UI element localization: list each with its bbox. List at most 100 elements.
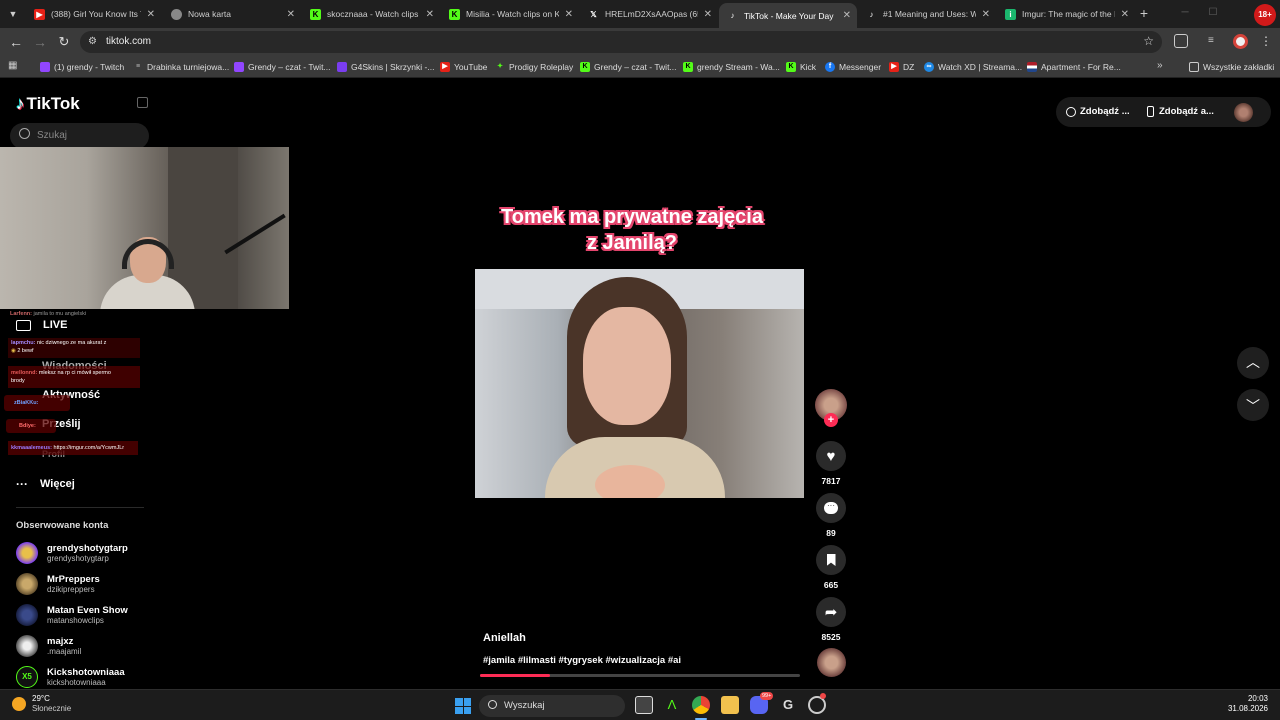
- close-icon[interactable]: ✕: [426, 9, 434, 20]
- follow-plus-button[interactable]: +: [824, 413, 838, 427]
- browser-tab[interactable]: Nowa karta ✕: [163, 3, 301, 25]
- apps-grid-icon[interactable]: ▦: [8, 60, 19, 71]
- bookmark-item[interactable]: Apartment - For Re...: [1027, 60, 1121, 74]
- user-avatar[interactable]: [1234, 103, 1253, 122]
- browser-toolbar: ← → ↻ ⚙ tiktok.com ☆ ≡ ⋮: [0, 28, 1280, 56]
- url-text[interactable]: tiktok.com: [106, 36, 151, 47]
- tab-search-button[interactable]: ▼: [6, 7, 20, 21]
- tiktok-logo[interactable]: ♪ TikTok: [16, 94, 80, 114]
- followed-account[interactable]: X5 Kickshotowniaaa kickshotowniaaa: [16, 666, 125, 688]
- get-app-button[interactable]: Zdobądź a...: [1147, 106, 1214, 117]
- maximize-button[interactable]: ☐: [1206, 6, 1220, 20]
- close-icon[interactable]: ✕: [565, 9, 573, 20]
- close-icon[interactable]: ✕: [287, 9, 295, 20]
- browser-tab[interactable]: K skocznaaa - Watch clips o ✕: [302, 3, 440, 25]
- bookmark-item[interactable]: K Kick: [786, 60, 816, 74]
- app-g-icon[interactable]: G: [779, 696, 797, 714]
- site-info-icon[interactable]: ⚙: [88, 35, 100, 49]
- browser-tab[interactable]: K Misilia - Watch clips on K ✕: [441, 3, 579, 25]
- bookmark-item[interactable]: ∞ Watch XD | Streama...: [924, 60, 1022, 74]
- browser-tab[interactable]: i Imgur: The magic of the I ✕: [997, 3, 1135, 25]
- nav-item-live[interactable]: LIVE: [16, 319, 67, 331]
- kick-icon: K: [310, 8, 321, 20]
- windows-start-icon[interactable]: [455, 698, 471, 714]
- new-tab-button[interactable]: +: [1137, 5, 1151, 21]
- close-icon[interactable]: ✕: [1121, 9, 1129, 20]
- bookmark-item[interactable]: Kgrendy Stream - Wa...: [683, 60, 780, 74]
- bookmark-item[interactable]: ▶ DZ: [889, 60, 914, 74]
- chrome-icon: [171, 8, 182, 20]
- browser-tab-active[interactable]: ♪ TikTok - Make Your Day ✕: [719, 3, 857, 28]
- x-icon: 𝕏: [590, 9, 597, 19]
- windows-taskbar: 29°C Słonecznie Wyszukaj Λ 99+ G 20:03 3…: [0, 689, 1280, 720]
- sidebar-divider: [16, 507, 144, 508]
- bookmark-item[interactable]: ≡ Drabinka turniejowa...: [133, 60, 229, 74]
- video-hashtags[interactable]: #jamila #lilmasti #tygrysek #wizualizacj…: [483, 655, 681, 666]
- bookmark-item[interactable]: K Grendy – czat - Twit...: [580, 60, 677, 74]
- minimize-button[interactable]: ─: [1178, 6, 1192, 20]
- followed-account[interactable]: MrPreppers dzikipreppers: [16, 573, 100, 595]
- comment-button[interactable]: ···: [816, 493, 846, 523]
- nav-item-more[interactable]: ··· Więcej: [16, 477, 75, 491]
- music-disc[interactable]: [817, 648, 846, 677]
- app-lambda-icon[interactable]: Λ: [663, 696, 681, 714]
- weather-widget[interactable]: 29°C Słonecznie: [12, 694, 71, 714]
- bookmark-item[interactable]: Grendy – czat - Twit...: [234, 60, 331, 74]
- followed-account[interactable]: majxz .maajamil: [16, 635, 81, 657]
- all-bookmarks-folder[interactable]: Wszystkie zakładki: [1189, 60, 1274, 74]
- address-bar[interactable]: ⚙ tiktok.com ☆: [80, 31, 1162, 53]
- taskbar-search-input[interactable]: Wyszukaj: [479, 695, 625, 717]
- forward-arrow-icon[interactable]: →: [32, 34, 48, 50]
- extensions-icon[interactable]: [1174, 34, 1188, 48]
- media-controls-icon[interactable]: ≡: [1208, 34, 1222, 48]
- like-button[interactable]: ♥: [816, 441, 846, 471]
- file-explorer-icon[interactable]: [721, 696, 739, 714]
- coin-icon: [1066, 106, 1076, 117]
- chat-message: kkmaaalemeus: https://imgur.com/a/YcwmJL…: [11, 445, 125, 451]
- bookmark-item[interactable]: f Messenger: [825, 60, 881, 74]
- close-icon[interactable]: ✕: [147, 9, 155, 20]
- browser-tab[interactable]: ♪ #1 Meaning and Uses: W ✕: [858, 3, 996, 25]
- profile-avatar[interactable]: [1233, 34, 1248, 49]
- g4skins-icon: [337, 62, 347, 72]
- chrome-icon[interactable]: [692, 696, 710, 714]
- search-input[interactable]: Szukaj: [10, 123, 149, 149]
- close-icon[interactable]: ✕: [982, 9, 990, 20]
- share-count: 8525: [821, 632, 841, 642]
- avatar: X5: [16, 666, 38, 688]
- browser-tab[interactable]: ▶ (388) Girl You Know Its Tr ✕: [26, 3, 161, 25]
- video-caption-overlay: Tomek ma prywatne zajęcia z Jamilą?: [501, 206, 763, 254]
- followed-account[interactable]: grendyshotygtarp grendyshotygtarp: [16, 542, 128, 564]
- avatar: [16, 573, 38, 595]
- save-button[interactable]: [816, 545, 846, 575]
- task-view-icon[interactable]: [635, 696, 653, 714]
- tiktok-icon: ♪: [730, 11, 735, 20]
- emote-icon: ◉: [11, 348, 16, 354]
- clock[interactable]: 20:03 31.08.2026: [1210, 694, 1268, 714]
- share-button[interactable]: ➦: [816, 597, 846, 627]
- collapse-sidebar-icon[interactable]: [137, 97, 148, 108]
- browser-tab[interactable]: 𝕏 HRELmD2XsAAOpas (658 ✕: [580, 3, 718, 25]
- bookmark-item[interactable]: G4Skins | Skrzynki -...: [337, 60, 434, 74]
- share-arrow-icon: ➦: [824, 604, 838, 621]
- next-video-button[interactable]: ﹀: [1237, 389, 1269, 421]
- close-icon[interactable]: ✕: [843, 10, 851, 21]
- video-player[interactable]: [475, 269, 804, 498]
- bookmark-item[interactable]: (1) grendy - Twitch: [40, 60, 124, 74]
- profile-badge[interactable]: 18+: [1254, 4, 1276, 26]
- back-arrow-icon[interactable]: ←: [8, 34, 24, 50]
- get-coins-button[interactable]: Zdobądź ...: [1066, 106, 1130, 117]
- menu-kebab-icon[interactable]: ⋮: [1260, 33, 1272, 49]
- close-icon[interactable]: ✕: [704, 9, 712, 20]
- search-icon: [19, 128, 30, 139]
- bookmark-item[interactable]: ▶ YouTube: [440, 60, 487, 74]
- bookmark-star-icon[interactable]: ☆: [1143, 34, 1154, 48]
- video-progress-track[interactable]: [480, 674, 800, 677]
- chevron-right-icon[interactable]: »: [1157, 60, 1163, 71]
- reload-icon[interactable]: ↻: [56, 34, 72, 50]
- video-author[interactable]: Aniellah: [483, 632, 526, 644]
- followed-account[interactable]: Matan Even Show matanshowclips: [16, 604, 128, 626]
- comment-bubble-icon: ···: [824, 502, 838, 514]
- bookmark-item[interactable]: ✦ Prodigy Roleplay: [495, 60, 573, 74]
- previous-video-button[interactable]: ︿: [1237, 347, 1269, 379]
